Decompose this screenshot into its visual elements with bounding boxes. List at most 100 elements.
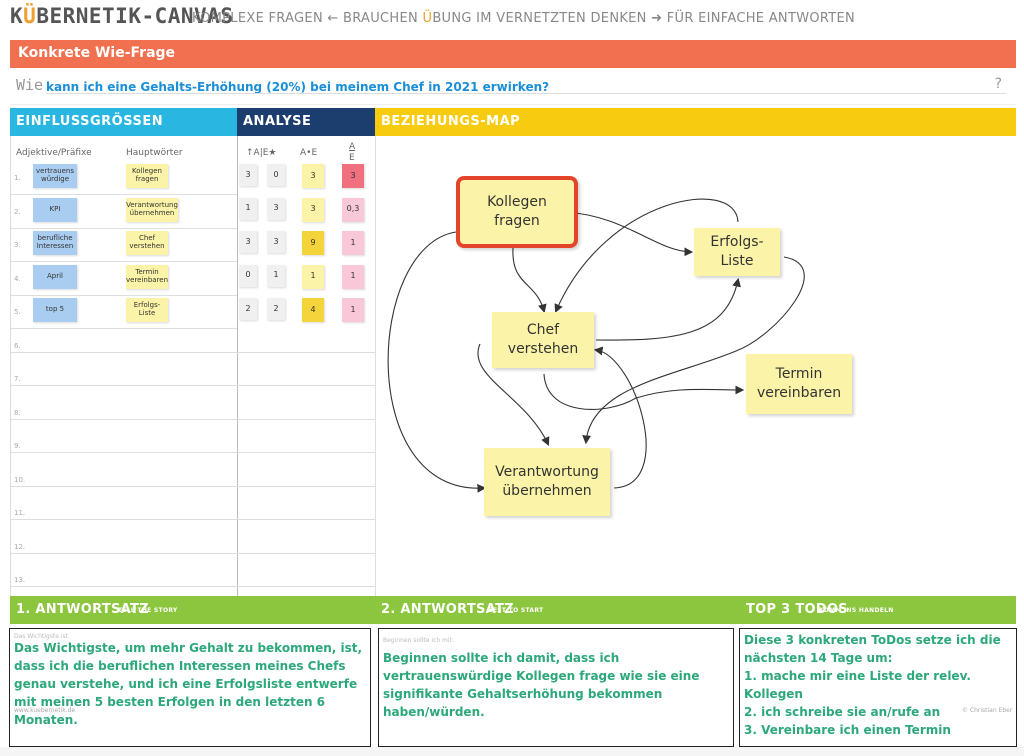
adjective-note[interactable]: top 5	[33, 298, 77, 322]
bottom-strip	[0, 747, 1024, 756]
answer1-text[interactable]: Das Wichtigste, um mehr Gehalt zu bekomm…	[14, 639, 364, 729]
analyse-ae-cell[interactable]: 4	[302, 298, 324, 322]
tagline-part1: KOMPLEXE FRAGEN ← BRAUCHEN	[192, 11, 423, 26]
map-note-kollegen[interactable]: Kollegen fragen	[456, 176, 578, 248]
analyse-a-cell[interactable]: 0	[239, 264, 257, 287]
analyse-frac-cell[interactable]: 0,3	[342, 197, 364, 222]
question-text[interactable]: kann ich eine Gehalts-Erhöhung (20%) bei…	[46, 80, 549, 94]
col-head-a-mal-e: A•E	[300, 148, 318, 158]
todos-text[interactable]: Diese 3 konkreten ToDos setze ich die nä…	[744, 631, 1010, 739]
analyse-e-cell[interactable]: 1	[267, 264, 285, 287]
analyse-e-cell[interactable]: 0	[267, 164, 285, 186]
analyse-a-cell[interactable]: 1	[239, 197, 257, 220]
map-note-termin-text: Termin vereinbaren	[756, 366, 842, 401]
row-line	[11, 194, 237, 195]
question-underline	[46, 93, 1006, 94]
analyse-frac-cell[interactable]: 1	[342, 298, 364, 322]
row-number: 5.	[14, 308, 21, 316]
analyse-frac-cell[interactable]: 1	[342, 231, 364, 255]
analyse-a-cell[interactable]: 3	[239, 231, 257, 253]
col-head-a-e: ↑A|E★	[246, 148, 277, 158]
map-note-verantwortung[interactable]: Verantwortung übernehmen	[484, 448, 610, 516]
todo-item-3[interactable]: 3. Vereinbare ich einen Termin	[744, 721, 1010, 739]
row-number: 8.	[14, 408, 21, 417]
question-mark: ?	[994, 76, 1002, 92]
tagline-part2: BUNG IM VERNETZTEN DENKEN ➜ FÜR EINFACHE…	[432, 11, 856, 26]
todos-subtitle: KOMM INS HANDELN	[819, 607, 894, 614]
map-note-chef-text: Chef verstehen	[507, 322, 579, 357]
todos-box[interactable]: Diese 3 konkreten ToDos setze ich die nä…	[739, 628, 1017, 747]
footer-url: www.kuebernetik.de	[14, 707, 76, 714]
noun-note[interactable]: Kollegen fragen	[126, 164, 168, 188]
adjective-note[interactable]: berufliche Interessen	[33, 231, 77, 255]
analyse-frac-cell[interactable]: 3	[342, 164, 364, 188]
analyse-ae-cell[interactable]: 9	[302, 231, 324, 255]
row-line	[11, 328, 237, 329]
answer1-subtitle: TELL THE STORY	[118, 607, 178, 614]
analyse-e-cell[interactable]: 3	[267, 197, 285, 220]
row-line	[11, 452, 376, 453]
row-line	[11, 485, 376, 487]
adjective-note[interactable]: vertrauens würdige	[33, 164, 77, 188]
adjective-note[interactable]: April	[33, 264, 77, 289]
question-header: Konkrete Wie-Frage	[10, 40, 1016, 68]
arrow-chef-termin	[543, 373, 745, 410]
influence-analysis-grid: Adjektive/Präfixe Hauptwörter ↑A|E★ A•E …	[10, 136, 376, 596]
title-bar: KÜBERNETIK-CANVAS KOMPLEXE FRAGEN ← BRAU…	[0, 0, 1024, 38]
row-number: 2.	[14, 207, 21, 216]
map-note-chef[interactable]: Chef verstehen	[492, 312, 594, 368]
row-line	[11, 418, 376, 420]
row-number: 10.	[14, 475, 26, 484]
section-analyse: ANALYSE	[237, 108, 375, 136]
question-prefix: Wie	[16, 76, 44, 94]
analyse-frac-cell[interactable]: 1	[342, 264, 364, 289]
row-line	[11, 261, 237, 262]
section-beziehungs-map: BEZIEHUNGS-MAP	[375, 108, 1016, 136]
col-head-hauptwoerter: Hauptwörter	[126, 148, 183, 158]
map-note-termin[interactable]: Termin vereinbaren	[746, 354, 852, 414]
analyse-e-cell[interactable]: 2	[267, 298, 285, 320]
beziehungs-map-canvas[interactable]: Kollegen fragen Erfolgs- Liste Chef vers…	[375, 136, 1017, 596]
col-head-frac-top: A	[349, 142, 356, 152]
noun-note[interactable]: Chef verstehen	[126, 231, 168, 255]
row-number: 13.	[14, 576, 26, 584]
map-note-verantwortung-text: Verantwortung übernehmen	[495, 464, 599, 499]
row-line	[11, 351, 376, 353]
todos-intro: Diese 3 konkreten ToDos setze ich die nä…	[744, 633, 1001, 665]
arrow-chef-erfolg	[595, 277, 741, 341]
col-head-adjektive: Adjektive/Präfixe	[16, 148, 92, 158]
row-line	[11, 385, 376, 386]
row-number: 1.	[14, 174, 21, 182]
answer2-box[interactable]: Beginnen sollte ich mit: Beginnen sollte…	[378, 628, 734, 747]
noun-note[interactable]: Erfolgs- Liste	[126, 298, 168, 322]
todos-header: TOP 3 TODOS KOMM INS HANDELN	[740, 596, 1016, 624]
noun-note[interactable]: Verantwortung übernehmen	[126, 197, 178, 222]
analyse-ae-cell[interactable]: 3	[302, 164, 324, 188]
todo-item-1[interactable]: 1. mache mir eine Liste der relev. Kolle…	[744, 667, 1010, 703]
analyse-e-cell[interactable]: 3	[267, 231, 285, 253]
footer-copyright: © Christian Eber	[962, 707, 1013, 714]
arrow-kollegen-chef	[512, 247, 547, 314]
answer2-subtitle: BEST TO START	[488, 607, 544, 614]
answer2-text[interactable]: Beginnen sollte ich damit, dass ich vert…	[383, 649, 723, 721]
map-note-erfolgsliste[interactable]: Erfolgs- Liste	[694, 228, 780, 276]
tagline-ue: Ü	[422, 11, 433, 26]
analyse-a-cell[interactable]: 3	[239, 164, 257, 186]
arrow-kollegen-erfolg	[565, 211, 694, 257]
arrow-kollegen-verantwortung	[387, 231, 487, 493]
adjective-note[interactable]: KPI	[33, 197, 77, 222]
tagline: KOMPLEXE FRAGEN ← BRAUCHEN ÜBUNG IM VERN…	[192, 11, 855, 26]
row-number: 7.	[14, 375, 21, 383]
row-number: 11.	[14, 509, 26, 517]
noun-note[interactable]: Termin vereinbaren	[126, 264, 168, 289]
divider-einfluss-analyse	[237, 136, 238, 596]
row-number: 4.	[14, 274, 21, 283]
analyse-ae-cell[interactable]: 1	[302, 264, 324, 289]
analyse-ae-cell[interactable]: 3	[302, 197, 324, 222]
row-line	[11, 586, 376, 587]
row-number: 6.	[14, 341, 21, 350]
map-note-erfolgsliste-text: Erfolgs- Liste	[710, 234, 764, 269]
answer1-box[interactable]: Das Wichtigste ist: Das Wichtigste, um m…	[9, 628, 371, 747]
analyse-a-cell[interactable]: 2	[239, 298, 257, 320]
question-row[interactable]: Wie kann ich eine Gehalts-Erhöhung (20%)…	[10, 68, 1016, 105]
